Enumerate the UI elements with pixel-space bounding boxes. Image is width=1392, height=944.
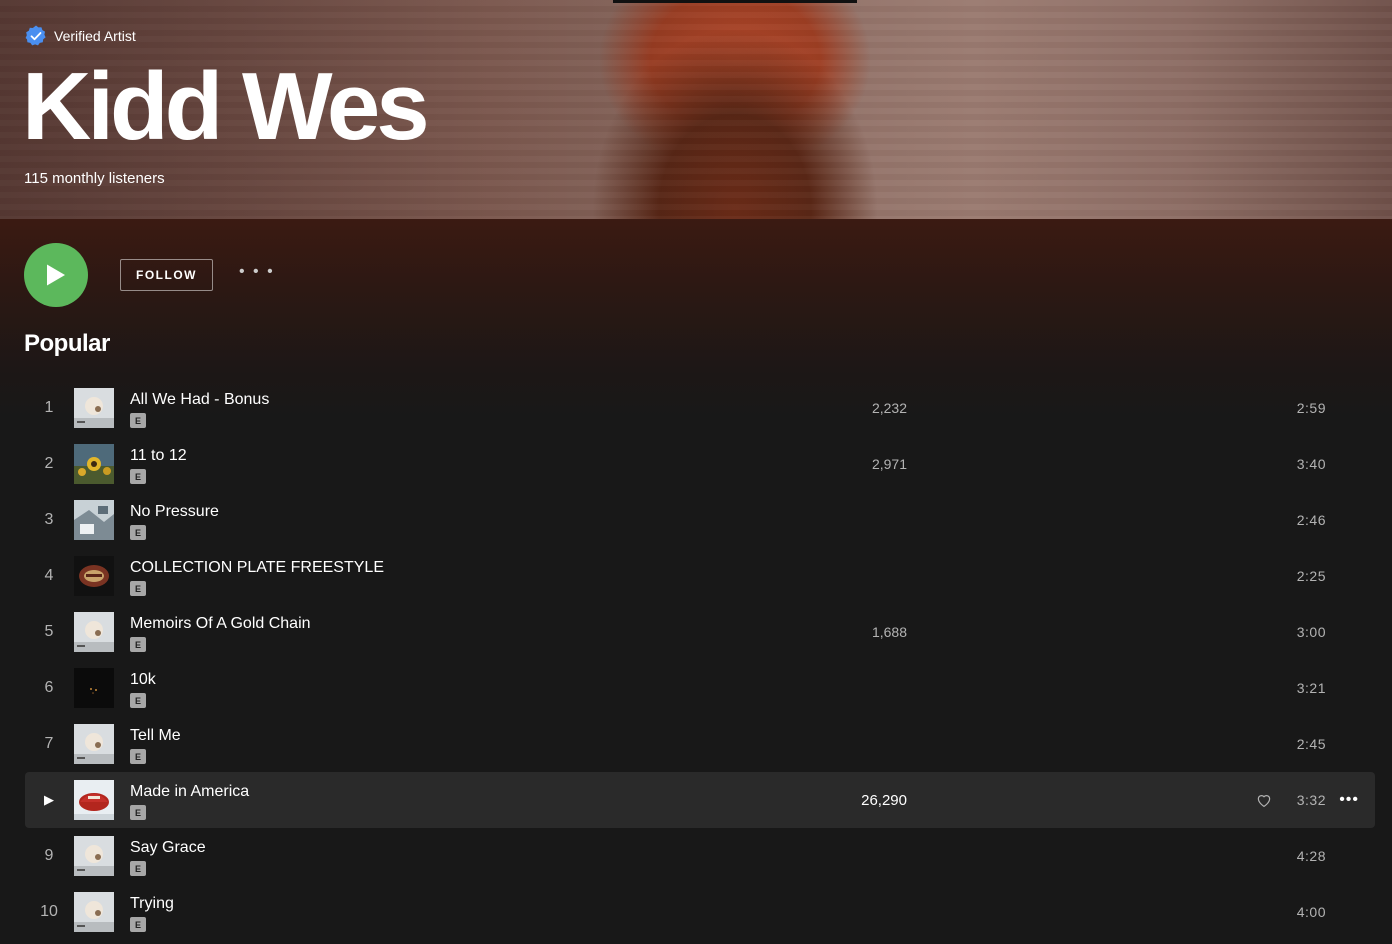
track-duration: 3:00 xyxy=(1296,624,1326,640)
track-play-button[interactable]: ▶ xyxy=(25,772,73,828)
album-art xyxy=(74,780,114,820)
track-row[interactable]: 9 Say Grace E 4:28 xyxy=(25,828,1375,884)
explicit-badge: E xyxy=(130,861,146,876)
play-count: 2,232 xyxy=(871,400,907,416)
track-duration: 4:28 xyxy=(1296,848,1326,864)
artist-name: Kidd Wes xyxy=(22,53,430,160)
window-topbar-stub xyxy=(613,0,857,3)
heart-icon[interactable] xyxy=(1255,791,1273,809)
track-title[interactable]: 11 to 12 xyxy=(130,447,187,465)
track-title[interactable]: Made in America xyxy=(130,783,249,801)
album-art xyxy=(74,500,114,540)
artist-header-banner: Verified Artist Kidd Wes 115 monthly lis… xyxy=(0,0,1392,219)
track-number: 5 xyxy=(44,623,54,640)
explicit-badge: E xyxy=(130,469,146,484)
verified-artist-badge: Verified Artist xyxy=(24,24,136,48)
album-art xyxy=(74,836,114,876)
album-art xyxy=(74,556,114,596)
track-more-button[interactable]: ••• xyxy=(1339,772,1359,828)
play-count: 2,971 xyxy=(871,456,907,472)
play-count: 26,290 xyxy=(861,791,907,809)
explicit-badge: E xyxy=(130,805,146,820)
artist-controls: FOLLOW • • • xyxy=(24,243,275,307)
track-number: 1 xyxy=(44,399,54,416)
album-art xyxy=(74,444,114,484)
track-title[interactable]: COLLECTION PLATE FREESTYLE xyxy=(130,559,384,577)
track-number: 4 xyxy=(44,567,54,584)
track-title[interactable]: Say Grace xyxy=(130,839,206,857)
track-duration: 2:45 xyxy=(1296,736,1326,752)
track-number: 10 xyxy=(40,903,58,920)
track-row[interactable]: 3 No Pressure E 2:46 xyxy=(25,492,1375,548)
monthly-listeners: 115 monthly listeners xyxy=(24,170,165,187)
album-art xyxy=(74,724,114,764)
track-number: 2 xyxy=(44,455,54,472)
track-title[interactable]: No Pressure xyxy=(130,503,219,521)
track-row[interactable]: ▶ Made in America E 26,290 ••• 3:32 xyxy=(25,772,1375,828)
track-row[interactable]: 2 11 to 12 E 2,971 3:40 xyxy=(25,436,1375,492)
track-duration: 2:46 xyxy=(1296,512,1326,528)
track-duration: 2:25 xyxy=(1296,568,1326,584)
follow-button[interactable]: FOLLOW xyxy=(120,259,213,291)
track-duration: 3:32 xyxy=(1296,792,1326,808)
verified-label: Verified Artist xyxy=(54,28,136,44)
track-row[interactable]: 10 Trying E 4:00 xyxy=(25,884,1375,940)
explicit-badge: E xyxy=(130,917,146,932)
track-duration: 4:00 xyxy=(1296,904,1326,920)
popular-track-list: 1 All We Had - Bonus E 2,232 2:59 2 11 to 12 E 2… xyxy=(25,380,1375,940)
album-art xyxy=(74,892,114,932)
track-number: 7 xyxy=(44,735,54,752)
track-duration: 2:59 xyxy=(1296,400,1326,416)
album-art xyxy=(74,388,114,428)
album-art xyxy=(74,612,114,652)
track-title[interactable]: All We Had - Bonus xyxy=(130,391,269,409)
verified-check-icon xyxy=(24,24,48,48)
track-duration: 3:21 xyxy=(1296,680,1326,696)
play-icon: ▶ xyxy=(44,792,54,807)
track-row[interactable]: 7 Tell Me E 2:45 xyxy=(25,716,1375,772)
track-row[interactable]: 4 COLLECTION PLATE FREESTYLE E 2:25 xyxy=(25,548,1375,604)
play-count: 1,688 xyxy=(871,624,907,640)
explicit-badge: E xyxy=(130,693,146,708)
track-title[interactable]: Trying xyxy=(130,895,174,913)
track-number: 3 xyxy=(44,511,54,528)
play-button[interactable] xyxy=(24,243,88,307)
track-number: 6 xyxy=(44,679,54,696)
explicit-badge: E xyxy=(130,749,146,764)
track-title[interactable]: Memoirs Of A Gold Chain xyxy=(130,615,311,633)
explicit-badge: E xyxy=(130,413,146,428)
track-row[interactable]: 6 10k E 3:21 xyxy=(25,660,1375,716)
track-row[interactable]: 1 All We Had - Bonus E 2,232 2:59 xyxy=(25,380,1375,436)
track-number: 9 xyxy=(44,847,54,864)
track-title[interactable]: 10k xyxy=(130,671,156,689)
play-icon xyxy=(47,264,65,286)
explicit-badge: E xyxy=(130,581,146,596)
more-options-button[interactable]: • • • xyxy=(239,264,275,286)
explicit-badge: E xyxy=(130,637,146,652)
explicit-badge: E xyxy=(130,525,146,540)
popular-heading: Popular xyxy=(24,330,110,357)
track-row[interactable]: 5 Memoirs Of A Gold Chain E 1,688 3:00 xyxy=(25,604,1375,660)
track-duration: 3:40 xyxy=(1296,456,1326,472)
album-art xyxy=(74,668,114,708)
track-title[interactable]: Tell Me xyxy=(130,727,181,745)
